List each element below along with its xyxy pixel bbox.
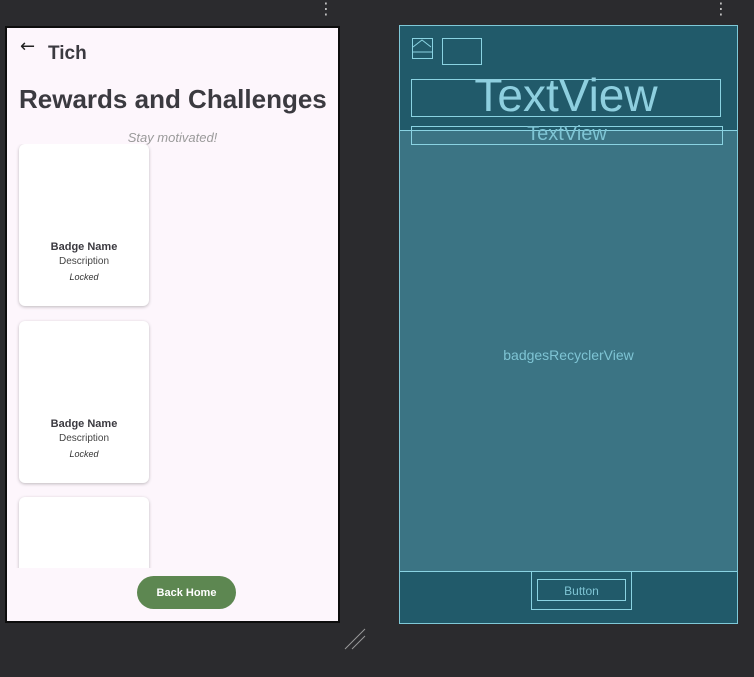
badge-name: Badge Name <box>50 241 118 253</box>
blueprint-overflow-menu-icon[interactable]: ⋮ <box>713 0 729 18</box>
badge-status: Locked <box>69 449 99 459</box>
badge-status: Locked <box>69 272 99 282</box>
toolbar: ← Tich <box>7 28 338 80</box>
badge-card[interactable]: Badge Name Description Locked <box>19 144 149 306</box>
blueprint-recycler-label: badgesRecyclerView <box>503 347 634 363</box>
design-overflow-menu-icon[interactable]: ⋮ <box>318 0 334 18</box>
badges-list[interactable]: Badge Name Description Locked Badge Name… <box>7 144 338 568</box>
badge-card[interactable]: Badge Name Description Locked <box>19 321 149 483</box>
badge-name: Badge Name <box>50 418 118 430</box>
image-placeholder-icon <box>413 39 432 53</box>
blueprint-subtitle-label: TextView <box>527 123 607 145</box>
blueprint-toolbar-text[interactable] <box>442 38 482 65</box>
blueprint-title-textview[interactable]: TextView <box>411 69 721 121</box>
blueprint-button-outer[interactable]: Button <box>531 571 632 610</box>
resize-handle-icon[interactable] <box>343 627 369 653</box>
arrow-left-icon[interactable]: ← <box>20 37 40 57</box>
badge-description: Description <box>58 256 110 267</box>
blueprint-subtitle-textview[interactable]: TextView <box>411 123 723 145</box>
blueprint-button-label: Button <box>564 584 599 598</box>
blueprint-image-view[interactable] <box>412 38 433 59</box>
page-title: Rewards and Challenges <box>19 84 327 114</box>
badge-description: Description <box>58 433 110 444</box>
back-home-button[interactable]: Back Home <box>137 576 236 609</box>
design-preview: ← Tich Rewards and Challenges Stay motiv… <box>5 26 340 623</box>
blueprint-preview: badgesRecyclerView TextView TextView But… <box>399 25 738 624</box>
toolbar-title: Tich <box>48 43 87 64</box>
blueprint-recycler-view[interactable]: badgesRecyclerView <box>400 130 737 572</box>
badge-card[interactable] <box>19 497 149 568</box>
blueprint-button[interactable]: Button <box>537 579 626 601</box>
blueprint-title-label: TextView <box>474 69 658 121</box>
page-subtitle: Stay motivated! <box>127 130 218 145</box>
